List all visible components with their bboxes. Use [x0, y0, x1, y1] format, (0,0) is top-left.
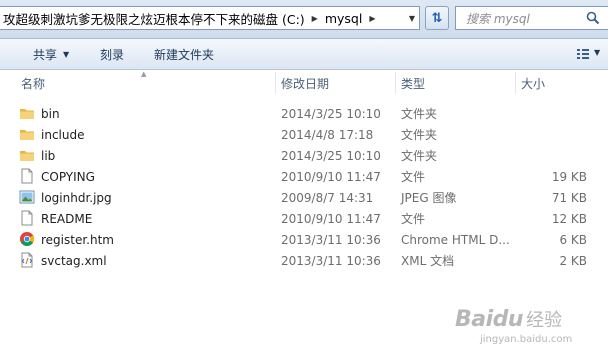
xml-file-icon: [21, 252, 33, 268]
chrome-icon: [20, 232, 34, 246]
file-name: include: [41, 127, 85, 142]
new-folder-label: 新建文件夹: [154, 47, 215, 62]
search-input[interactable]: 搜索 mysql: [455, 6, 608, 30]
folder-icon: [20, 109, 34, 119]
share-label: 共享: [33, 47, 58, 62]
share-button[interactable]: 共享 ▼: [33, 39, 69, 69]
column-modified[interactable]: 修改日期: [275, 70, 395, 96]
file-modified: 2014/3/25 10:10: [281, 148, 381, 163]
file-list: bin 2014/3/25 10:10 文件夹 include 2014/4/8…: [0, 103, 608, 271]
refresh-button[interactable]: ⇅: [425, 6, 449, 30]
file-size: 71 KB: [551, 190, 587, 205]
file-row[interactable]: register.htm 2013/3/11 10:36 Chrome HTML…: [0, 229, 608, 250]
new-folder-button[interactable]: 新建文件夹: [154, 39, 214, 69]
file-modified: 2013/3/11 10:36: [281, 253, 381, 268]
sort-ascending-icon: ▲: [141, 70, 147, 78]
watermark-brand-cn: 经验: [526, 310, 563, 331]
column-size[interactable]: 大小: [515, 70, 608, 96]
file-row[interactable]: svctag.xml 2013/3/11 10:36 XML 文档 2 KB: [0, 250, 608, 271]
file-size: 2 KB: [559, 253, 587, 268]
burn-button[interactable]: 刻录: [100, 39, 124, 69]
file-row[interactable]: include 2014/4/8 17:18 文件夹: [0, 124, 608, 145]
file-type: 文件夹: [401, 107, 438, 121]
file-name: lib: [41, 148, 56, 163]
search-icon[interactable]: [586, 11, 600, 25]
file-modified: 2014/4/8 17:18: [281, 127, 374, 142]
file-type: 文件: [401, 170, 426, 184]
file-name: register.htm: [41, 232, 114, 247]
folder-icon: [20, 130, 34, 140]
file-type: Chrome HTML D...: [401, 232, 510, 247]
file-type: 文件夹: [401, 149, 438, 163]
file-size: 12 KB: [551, 211, 587, 226]
search-placeholder: 搜索 mysql: [466, 11, 530, 26]
file-modified: 2010/9/10 11:47: [281, 211, 381, 226]
file-type: 文件: [401, 212, 426, 226]
chevron-down-icon[interactable]: ▼: [594, 48, 600, 57]
file-name: bin: [41, 106, 60, 121]
address-bar[interactable]: 攻超级刺激坑爹无极限之炫迈根本停不下来的磁盘 (C:) ▶ mysql ▶: [0, 6, 420, 30]
file-modified: 2013/3/11 10:36: [281, 232, 381, 247]
address-dropdown-icon[interactable]: ▼: [404, 6, 420, 30]
image-file-icon: [19, 190, 35, 204]
file-type: 文件夹: [401, 128, 438, 142]
file-type: JPEG 图像: [401, 191, 457, 205]
file-row[interactable]: loginhdr.jpg 2009/8/7 14:31 JPEG 图像 71 K…: [0, 187, 608, 208]
file-name: README: [41, 211, 93, 226]
watermark-brand: Baidu: [455, 306, 524, 332]
refresh-icon: ⇅: [431, 10, 443, 26]
chevron-down-icon: ▼: [63, 49, 70, 59]
file-name: COPYING: [41, 169, 95, 184]
file-size: 19 KB: [551, 169, 587, 184]
column-type[interactable]: 类型: [395, 70, 515, 96]
address-row: 攻超级刺激坑爹无极限之炫迈根本停不下来的磁盘 (C:) ▶ mysql ▶ ▼ …: [0, 0, 608, 39]
folder-icon: [20, 151, 34, 161]
file-row[interactable]: COPYING 2010/9/10 11:47 文件 19 KB: [0, 166, 608, 187]
command-bar: 共享 ▼ 刻录 新建文件夹 ▼: [0, 39, 608, 70]
view-options-icon[interactable]: [576, 47, 590, 61]
file-row[interactable]: lib 2014/3/25 10:10 文件夹: [0, 145, 608, 166]
watermark-url: jingyan.baidu.com: [480, 334, 573, 345]
file-row[interactable]: README 2010/9/10 11:47 文件 12 KB: [0, 208, 608, 229]
file-icon: [21, 168, 33, 184]
file-modified: 2010/9/10 11:47: [281, 169, 381, 184]
breadcrumb-separator-icon[interactable]: ▶: [308, 14, 322, 23]
breadcrumb-mysql[interactable]: mysql: [322, 11, 366, 26]
file-type: XML 文档: [401, 254, 455, 268]
column-header: 名称 修改日期 类型 大小: [0, 70, 608, 96]
file-name: svctag.xml: [41, 253, 107, 268]
baidu-watermark: Baidu 经验: [455, 306, 562, 332]
breadcrumb-drive[interactable]: 攻超级刺激坑爹无极限之炫迈根本停不下来的磁盘 (C:): [0, 9, 308, 28]
file-name: loginhdr.jpg: [41, 190, 112, 205]
file-modified: 2009/8/7 14:31: [281, 190, 374, 205]
breadcrumb-separator-icon[interactable]: ▶: [365, 14, 379, 23]
file-size: 6 KB: [559, 232, 587, 247]
file-icon: [21, 210, 33, 226]
burn-label: 刻录: [100, 47, 125, 62]
file-row[interactable]: bin 2014/3/25 10:10 文件夹: [0, 103, 608, 124]
file-modified: 2014/3/25 10:10: [281, 106, 381, 121]
